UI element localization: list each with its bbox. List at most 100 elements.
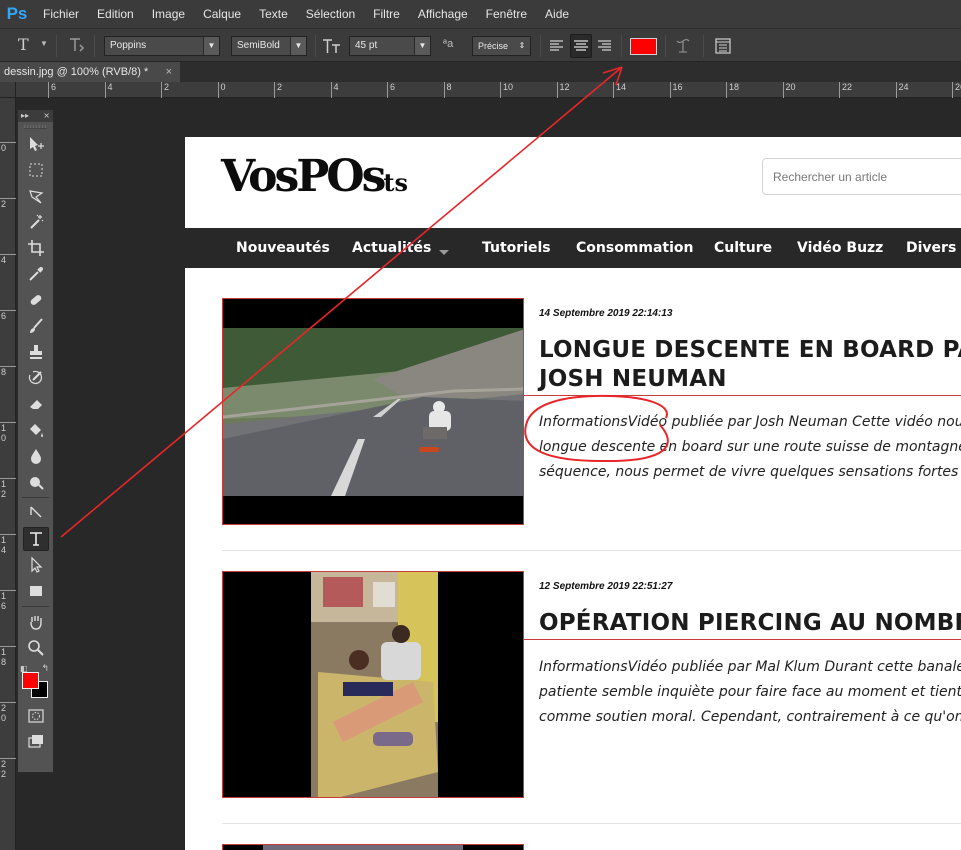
photoshop-logo: Ps: [6, 4, 28, 23]
article-thumbnail[interactable]: [222, 571, 524, 798]
lasso-tool-icon[interactable]: [23, 184, 49, 208]
logo-main: VosPOs: [221, 151, 386, 202]
ruler-tick-label: 22: [839, 82, 852, 98]
caret-down-icon: [439, 249, 450, 255]
type-tool-icon[interactable]: [22, 527, 49, 551]
menu-affichage[interactable]: Affichage: [409, 0, 477, 28]
menu-texte[interactable]: Texte: [250, 0, 297, 28]
ruler-tick-label: 24: [895, 82, 909, 98]
menu-filtre[interactable]: Filtre: [364, 0, 409, 28]
nav-divers[interactable]: Divers: [906, 228, 956, 268]
photoshop-window: Ps Fichier Edition Image Calque Texte Sé…: [0, 0, 961, 850]
menu-fenetre[interactable]: Fenêtre: [477, 0, 536, 28]
path-selection-tool-icon[interactable]: [23, 553, 49, 577]
crop-tool-icon[interactable]: [23, 236, 49, 260]
ruler-tick-label: 1 0: [0, 422, 16, 443]
horizontal-ruler[interactable]: 64202468101214161820222426: [16, 82, 961, 98]
article-title-line[interactable]: OPÉRATION PIERCING AU NOMBRIL: [539, 609, 961, 638]
panel-grip[interactable]: [24, 125, 47, 129]
tools-panel-header[interactable]: ▸▸ ×: [18, 110, 53, 122]
ruler-tick-label: 4: [104, 82, 113, 98]
ruler-tick-label: 2 2: [0, 758, 16, 779]
nav-video-buzz[interactable]: Vidéo Buzz: [797, 228, 883, 268]
chevron-down-icon: ▼: [203, 37, 219, 55]
text-color-swatch[interactable]: [630, 38, 657, 55]
menu-aide[interactable]: Aide: [536, 0, 578, 28]
marquee-tool-icon[interactable]: [23, 158, 49, 182]
foreground-color-swatch[interactable]: [22, 672, 39, 689]
separator: [703, 35, 704, 57]
screen-mode-icon[interactable]: [23, 730, 49, 754]
align-center-icon[interactable]: [570, 34, 592, 58]
preset-dropdown-icon[interactable]: ▼: [40, 39, 48, 48]
collapse-icon[interactable]: ▸▸: [21, 111, 29, 120]
antialias-select[interactable]: Précise ⇕: [472, 36, 531, 56]
nav-consommation[interactable]: Consommation: [576, 228, 694, 268]
move-tool-icon[interactable]: [23, 132, 49, 156]
blur-tool-icon[interactable]: [23, 444, 49, 468]
article-title-line[interactable]: JOSH NEUMAN: [539, 365, 727, 394]
warp-text-icon[interactable]: [673, 36, 693, 59]
ruler-tick-label: 26: [952, 82, 961, 98]
clone-stamp-tool-icon[interactable]: [23, 340, 49, 364]
vertical-ruler[interactable]: 0 2 4 6 8 1 0 1 2 1 4 1 6 1 8 2 0 2 2: [0, 98, 16, 850]
menu-edition[interactable]: Edition: [88, 0, 143, 28]
ruler-tick-label: 0: [0, 142, 16, 153]
close-icon[interactable]: ×: [166, 62, 172, 82]
ruler-tick-label: 1 6: [0, 590, 16, 611]
ruler-tick-label: 2 0: [0, 702, 16, 723]
align-right-icon[interactable]: [595, 35, 615, 57]
ruler-tick-label: 8: [0, 366, 16, 377]
logo-small: ts: [383, 168, 409, 197]
font-size-select[interactable]: 45 pt ▼: [349, 36, 431, 56]
site-navbar: Nouveautés Actualités Tutoriels Consomma…: [185, 228, 961, 268]
search-box[interactable]: [762, 158, 961, 195]
rectangle-tool-icon[interactable]: [23, 579, 49, 603]
eyedropper-tool-icon[interactable]: [23, 262, 49, 286]
separator: [94, 35, 95, 57]
font-style-select[interactable]: SemiBold ▼: [231, 36, 307, 56]
color-swatches: ◧ ↰: [18, 664, 53, 698]
nav-nouveautes[interactable]: Nouveautés: [236, 228, 330, 268]
updown-icon: ⇕: [514, 37, 530, 55]
magic-wand-tool-icon[interactable]: [23, 210, 49, 234]
nav-tutoriels[interactable]: Tutoriels: [482, 228, 551, 268]
font-family-select[interactable]: Poppins ▼: [104, 36, 220, 56]
paint-bucket-tool-icon[interactable]: [23, 418, 49, 442]
brush-tool-icon[interactable]: [23, 314, 49, 338]
menu-selection[interactable]: Sélection: [297, 0, 364, 28]
menu-calque[interactable]: Calque: [194, 0, 250, 28]
hand-tool-icon[interactable]: [23, 610, 49, 634]
align-left-icon[interactable]: [547, 35, 567, 57]
type-tool-preset-icon[interactable]: T: [18, 35, 29, 54]
pen-tool-icon[interactable]: [23, 501, 49, 525]
quick-mask-icon[interactable]: [23, 704, 49, 728]
antialias-icon: ªa: [443, 38, 454, 50]
separator: [540, 35, 541, 57]
document-tab[interactable]: dessin.jpg @ 100% (RVB/8) * ×: [0, 62, 180, 82]
healing-brush-tool-icon[interactable]: [23, 288, 49, 312]
character-panel-icon[interactable]: [713, 36, 733, 59]
eraser-tool-icon[interactable]: [23, 392, 49, 416]
chevron-down-icon: ▼: [414, 37, 430, 55]
zoom-tool-icon[interactable]: [23, 636, 49, 660]
separator: [56, 35, 57, 57]
text-orientation-icon[interactable]: [68, 35, 86, 58]
article-thumbnail[interactable]: [222, 298, 524, 525]
nav-actualites[interactable]: Actualités: [352, 228, 450, 268]
search-input[interactable]: [763, 159, 961, 194]
ruler-origin[interactable]: [0, 82, 16, 98]
article-title-line[interactable]: LONGUE DESCENTE EN BOARD PAR JO: [539, 336, 961, 365]
menu-image[interactable]: Image: [143, 0, 194, 28]
nav-culture[interactable]: Culture: [714, 228, 772, 268]
separator: [315, 35, 316, 57]
close-icon[interactable]: ×: [43, 110, 50, 122]
ruler-tick-label: 12: [556, 82, 570, 98]
menu-bar: Ps Fichier Edition Image Calque Texte Sé…: [0, 0, 961, 28]
swap-colors-icon[interactable]: ↰: [41, 664, 49, 674]
dodge-tool-icon[interactable]: [23, 470, 49, 494]
ruler-tick-label: 4: [330, 82, 339, 98]
history-brush-tool-icon[interactable]: [23, 366, 49, 390]
menu-fichier[interactable]: Fichier: [34, 0, 88, 28]
article-thumbnail[interactable]: [222, 844, 524, 850]
